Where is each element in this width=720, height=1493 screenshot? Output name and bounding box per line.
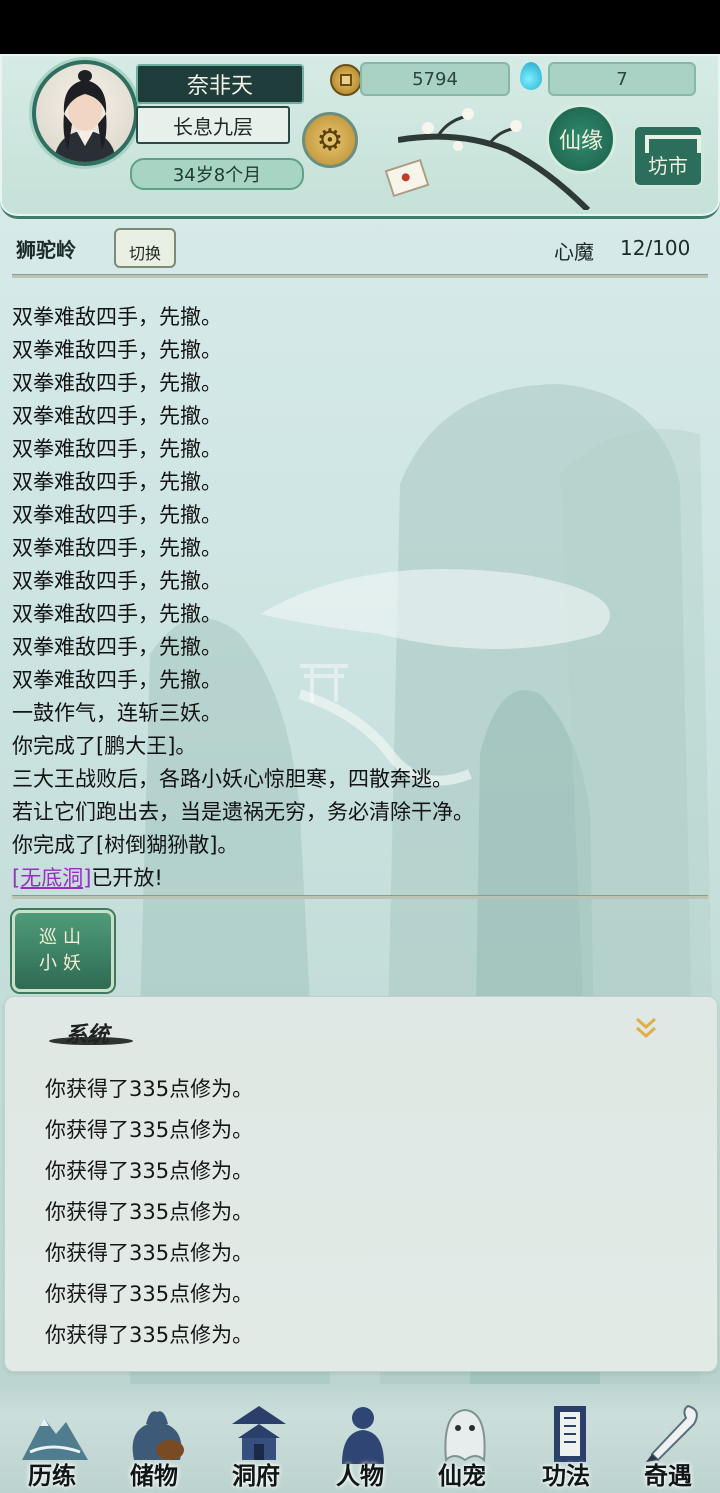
system-line: 你获得了335点修为。: [45, 1118, 254, 1142]
patrol-label-line1: 巡山: [39, 927, 87, 948]
log-line: 双拳难敌四手，先撤。: [12, 602, 222, 626]
avatar-portrait-icon: [54, 70, 116, 162]
nav-label: 储物: [130, 1461, 178, 1490]
adventure-log: 双拳难敌四手，先撤。 双拳难敌四手，先撤。 双拳难敌四手，先撤。 双拳难敌四手，…: [12, 301, 702, 895]
nav-label: 历练: [28, 1461, 76, 1490]
nav-label: 功法: [542, 1461, 590, 1490]
patrol-label-line2: 小妖: [39, 953, 87, 974]
system-log: 你获得了335点修为。 你获得了335点修为。 你获得了335点修为。 你获得了…: [45, 1069, 253, 1356]
log-line: 双拳难敌四手，先撤。: [12, 569, 222, 593]
inner-demon-value: 12/100: [620, 236, 691, 260]
cultivation-rank: 长息九层: [136, 106, 290, 144]
unlock-link[interactable]: [无底洞]: [12, 866, 91, 890]
market-button[interactable]: 坊市: [632, 124, 704, 188]
coin-counter: 5794: [360, 62, 510, 96]
player-header: 奈非天 长息九层 34岁8个月 ⚙ 5794 7 仙缘 坊市: [0, 54, 720, 219]
location-name: 狮驼岭: [16, 238, 76, 262]
nav-item-pet[interactable]: 仙宠: [412, 1384, 512, 1493]
log-line: 双拳难敌四手，先撤。: [12, 371, 222, 395]
pavilion-icon: [232, 1406, 286, 1460]
location-bar: 狮驼岭 切换 心魔 12/100: [0, 224, 720, 274]
avatar[interactable]: [32, 60, 138, 166]
person-icon: [342, 1407, 384, 1464]
log-line: 三大王战败后，各路小妖心惊胆寒，四散奔逃。: [12, 767, 453, 791]
unlock-message: [无底洞]已开放!: [12, 862, 702, 895]
status-bar: [0, 0, 720, 54]
nav-item-cave[interactable]: 洞府: [206, 1384, 306, 1493]
settings-gear-button[interactable]: ⚙: [302, 112, 358, 168]
system-line: 你获得了335点修为。: [45, 1282, 254, 1306]
spirit-stone-icon: [520, 62, 542, 90]
switch-location-button[interactable]: 切换: [114, 228, 176, 268]
nav-label: 洞府: [232, 1461, 280, 1490]
log-line: 若让它们跑出去，当是遗祸无穷，务必清除干净。: [12, 800, 474, 824]
book-icon: [554, 1406, 586, 1462]
brush-icon: [646, 1404, 698, 1462]
chevron-down-icon[interactable]: [631, 1013, 661, 1043]
spirit-stone-counter: 7: [548, 62, 696, 96]
xianyuan-button[interactable]: 仙缘: [546, 104, 616, 174]
log-line: 一鼓作气，连斩三妖。: [12, 701, 222, 725]
inner-demon-label: 心魔: [554, 240, 594, 264]
system-line: 你获得了335点修为。: [45, 1077, 254, 1101]
nav-item-adventure[interactable]: 奇遇: [618, 1384, 718, 1493]
system-line: 你获得了335点修为。: [45, 1323, 254, 1347]
nav-label: 奇遇: [644, 1461, 692, 1490]
system-message-panel: 系统 你获得了335点修为。 你获得了335点修为。 你获得了335点修为。 你…: [4, 996, 718, 1372]
nav-item-storage[interactable]: 储物: [104, 1384, 204, 1493]
log-line: 双拳难敌四手，先撤。: [12, 437, 222, 461]
system-line: 你获得了335点修为。: [45, 1241, 254, 1265]
log-line: 双拳难敌四手，先撤。: [12, 305, 222, 329]
nav-item-skills[interactable]: 功法: [516, 1384, 616, 1493]
log-line: 双拳难敌四手，先撤。: [12, 536, 222, 560]
player-age: 34岁8个月: [130, 158, 304, 190]
nav-item-character[interactable]: 人物: [310, 1384, 410, 1493]
log-line: 双拳难敌四手，先撤。: [12, 503, 222, 527]
log-line: 双拳难敌四手，先撤。: [12, 635, 222, 659]
bottom-navigation: 历练 储物 洞府 人物 仙宠 功法 奇遇: [0, 1384, 720, 1493]
coin-icon: [330, 64, 362, 96]
mountain-icon: [22, 1418, 88, 1460]
log-line: 双拳难敌四手，先撤。: [12, 338, 222, 362]
log-line: 双拳难敌四手，先撤。: [12, 470, 222, 494]
log-line: 你完成了[鹏大王]。: [12, 734, 197, 758]
nav-label: 仙宠: [438, 1461, 486, 1490]
system-line: 你获得了335点修为。: [45, 1200, 254, 1224]
system-line: 你获得了335点修为。: [45, 1159, 254, 1183]
nav-label: 人物: [336, 1461, 384, 1490]
gear-icon: ⚙: [316, 122, 344, 158]
nav-item-lilian[interactable]: 历练: [2, 1384, 102, 1493]
divider: [12, 274, 708, 278]
log-line: 你完成了[树倒猢狲散]。: [12, 833, 239, 857]
patrol-mountain-button[interactable]: 巡山 小妖: [12, 910, 114, 992]
bag-icon: [132, 1411, 184, 1460]
unlock-suffix: 已开放!: [91, 866, 163, 890]
divider: [12, 895, 708, 899]
pet-icon: [444, 1408, 486, 1463]
log-line: 双拳难敌四手，先撤。: [12, 668, 222, 692]
player-name: 奈非天: [136, 64, 304, 104]
log-line: 双拳难敌四手，先撤。: [12, 404, 222, 428]
system-panel-title: 系统: [65, 1022, 110, 1048]
